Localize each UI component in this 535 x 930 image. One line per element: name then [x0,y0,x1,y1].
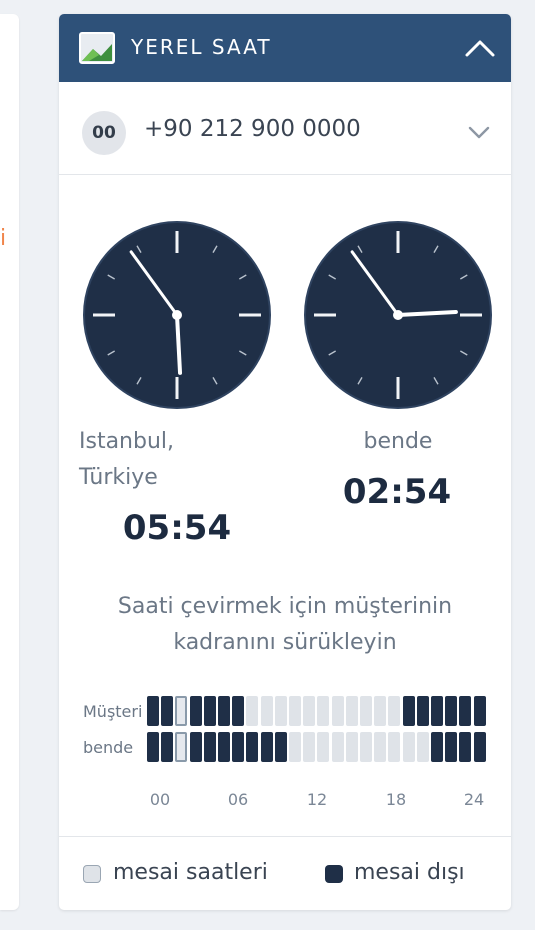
hour-cell [274,696,287,726]
hour-cell [147,696,159,726]
hour-cell [274,732,287,762]
hour-cell [317,732,330,762]
hour-cell [445,732,458,762]
timeline-tick: 24 [463,790,485,809]
drag-hint-line-2: kadranını sürükleyin [173,630,397,655]
off-hours-swatch [325,865,343,883]
my-location: bende [363,429,433,454]
customer-city: Istanbul, [79,429,175,454]
hour-cell [289,732,301,762]
my-clock-dial [304,221,492,409]
hour-cell [232,732,245,762]
hour-cell [416,732,429,762]
phone-number: +90 212 900 0000 [144,116,361,142]
timeline-tick: 12 [306,790,328,809]
hour-cell [203,732,216,762]
hour-cell [388,696,401,726]
hour-cell [331,732,344,762]
hour-cell [232,696,245,726]
current-hour-marker[interactable] [175,732,188,762]
timeline-label-customer: Müşteri [83,702,143,721]
hour-cell [388,732,401,762]
working-hours-label: mesai saatleri [113,860,268,885]
hour-cell [147,732,159,762]
hour-cell [431,732,443,762]
clock-center [393,310,403,320]
hour-cell [246,732,259,762]
hour-cell [203,696,216,726]
customer-time: 05:54 [122,508,232,548]
legend: mesai saatleri mesai dışı [59,836,511,910]
hour-cell [189,732,202,762]
hour-cell [189,696,202,726]
hour-cell [360,732,372,762]
hour-cell [459,696,472,726]
hour-cell [374,696,387,726]
chevron-up-icon[interactable] [464,38,496,58]
timeline-label-me: bende [83,738,134,757]
hour-cell [416,696,429,726]
my-time: 02:54 [342,472,452,512]
hour-cell [218,696,230,726]
hour-cell [402,696,415,726]
drag-hint-line-1: Saati çevirmek için müşterinin [117,594,453,619]
hour-cell [360,696,372,726]
clock-center [172,310,182,320]
widget-header: YEREL SAAT [59,14,511,82]
hour-cell [161,696,174,726]
hour-cell [345,732,358,762]
left-panel [0,14,19,910]
hour-cell [402,732,415,762]
phone-select[interactable]: 00 +90 212 900 0000 [59,82,511,175]
customer-location: Istanbul, Türkiye [79,424,269,496]
hour-cell [445,696,458,726]
customer-country: Türkiye [79,465,158,490]
hour-cell [218,732,230,762]
timeline-tick: 18 [385,790,407,809]
local-time-widget: YEREL SAAT 00 +90 212 900 0000 Istanbul,… [59,14,511,910]
hour-cell [246,696,259,726]
timeline-tick: 00 [149,790,171,809]
customer-clock-dial[interactable] [82,220,272,410]
hour-cell [303,732,316,762]
chevron-down-icon[interactable] [468,126,490,140]
image-icon [79,32,115,64]
hour-cell [303,696,316,726]
hour-cell [473,696,486,726]
hour-cell [331,696,344,726]
hour-cell [473,732,486,762]
drag-hint: Saati çevirmek için müşterinin kadranını… [59,589,511,661]
hour-cell [345,696,358,726]
hour-cell [317,696,330,726]
off-hours-label: mesai dışı [354,860,465,885]
hour-cell [260,732,273,762]
hour-cell [431,696,443,726]
timeline-tick: 06 [227,790,249,809]
hour-cell [374,732,387,762]
widget-title: YEREL SAAT [131,35,272,59]
hour-cell [161,732,174,762]
hour-cell [260,696,273,726]
current-hour-marker[interactable] [175,696,188,726]
country-flag-badge: 00 [82,111,126,155]
left-panel-text-fragment: i [0,226,7,251]
hour-cell [459,732,472,762]
hour-cell [289,696,301,726]
working-hours-swatch [83,865,101,883]
